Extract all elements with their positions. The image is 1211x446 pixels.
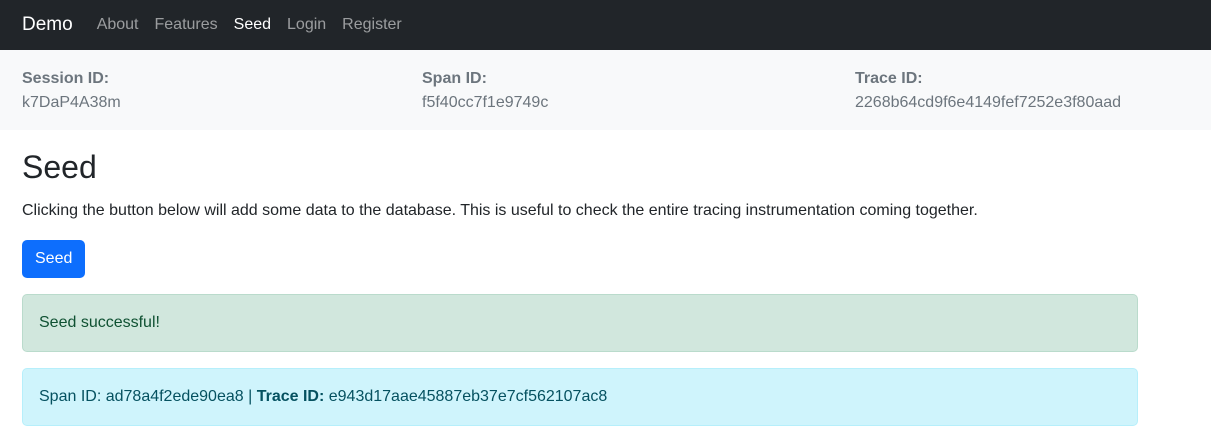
success-alert-text: Seed successful!	[39, 314, 160, 331]
session-id-label: Session ID:	[22, 70, 110, 87]
nav-link-login[interactable]: Login	[287, 16, 326, 34]
info-trace-label: Trace ID:	[256, 388, 325, 405]
info-span-label: Span ID:	[39, 388, 102, 405]
main-content: Seed Clicking the button below will add …	[0, 148, 1211, 426]
session-id-value: k7DaP4A38m	[22, 94, 121, 111]
nav-link-about[interactable]: About	[97, 16, 139, 34]
nav-link-seed[interactable]: Seed	[234, 16, 271, 34]
span-id-value: f5f40cc7f1e9749c	[422, 94, 549, 111]
info-alert: Span ID: ad78a4f2ede90ea8 | Trace ID: e9…	[22, 368, 1138, 426]
page-title: Seed	[22, 149, 97, 185]
trace-id-block: Trace ID: 2268b64cd9f6e4149fef7252e3f80a…	[855, 69, 1121, 113]
page-description: Clicking the button below will add some …	[22, 202, 978, 219]
brand-link[interactable]: Demo	[22, 14, 73, 36]
trace-id-label: Trace ID:	[855, 70, 923, 87]
success-alert: Seed successful!	[22, 294, 1138, 352]
info-trace-value: e943d17aae45887eb37e7cf562107ac8	[328, 388, 608, 405]
nav-link-register[interactable]: Register	[342, 16, 402, 34]
ids-bar: Session ID: k7DaP4A38m Span ID: f5f40cc7…	[0, 50, 1211, 130]
info-separator: |	[248, 388, 253, 405]
span-id-label: Span ID:	[422, 70, 487, 87]
navbar: Demo About Features Seed Login Register	[0, 0, 1211, 50]
info-span-value: ad78a4f2ede90ea8	[105, 388, 244, 405]
nav-links: About Features Seed Login Register	[97, 16, 418, 34]
session-id-block: Session ID: k7DaP4A38m	[22, 69, 121, 113]
nav-link-features[interactable]: Features	[155, 16, 218, 34]
span-id-block: Span ID: f5f40cc7f1e9749c	[422, 69, 548, 113]
seed-button[interactable]: Seed	[22, 240, 86, 278]
trace-id-value: 2268b64cd9f6e4149fef7252e3f80aad	[855, 94, 1122, 111]
